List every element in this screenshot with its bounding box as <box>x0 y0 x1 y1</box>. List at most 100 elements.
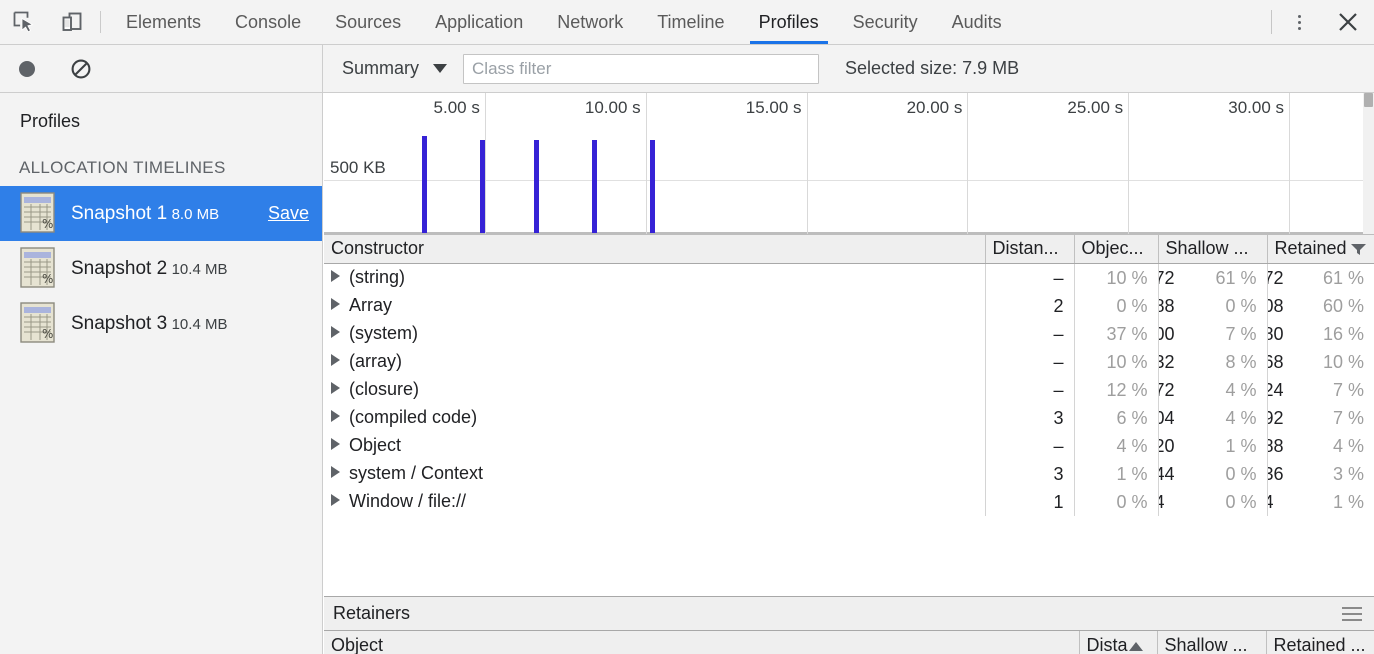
table-row[interactable]: (system) – 37 % 00 7 % 80 16 % <box>324 319 1374 348</box>
class-filter-input[interactable] <box>463 53 820 84</box>
table-row[interactable]: (closure) – 12 % 72 4 % 24 7 % <box>324 375 1374 404</box>
header-label: Shallow ... <box>1164 635 1248 654</box>
tab-timeline[interactable]: Timeline <box>640 0 741 44</box>
sidebar-item-snapshot-3[interactable]: % Snapshot 3 10.4 MB <box>0 296 322 351</box>
tab-elements[interactable]: Elements <box>109 0 218 44</box>
inspect-element-icon[interactable] <box>0 0 48 44</box>
cell-constructor[interactable]: (system) <box>324 319 986 348</box>
percent-value: 4 % <box>1332 435 1364 456</box>
view-mode-label: Summary <box>342 58 420 78</box>
column-header-distance[interactable]: Distan... <box>985 235 1075 264</box>
percent-value: 1 % <box>1116 463 1148 484</box>
column-header-retainer-shallow[interactable]: Shallow ... <box>1157 631 1267 654</box>
expand-triangle-icon[interactable] <box>331 326 340 338</box>
expand-triangle-icon[interactable] <box>331 270 340 282</box>
distance-value: – <box>1053 351 1064 372</box>
overview-x-tick-label: 5.00 s <box>433 98 480 117</box>
count-value: 00 <box>1158 323 1175 344</box>
cell-constructor[interactable]: system / Context <box>324 459 986 488</box>
tab-audits[interactable]: Audits <box>935 0 1019 44</box>
tab-console[interactable]: Console <box>218 0 318 44</box>
tab-security[interactable]: Security <box>836 0 935 44</box>
expand-triangle-icon[interactable] <box>331 438 340 450</box>
constructor-name: (compiled code) <box>349 407 478 427</box>
save-link[interactable]: Save <box>268 203 309 224</box>
view-mode-select[interactable]: Summary <box>324 45 463 92</box>
hamburger-menu-icon[interactable] <box>1342 606 1362 621</box>
overview-gridline-vertical <box>1128 93 1130 234</box>
table-row[interactable]: (string) – 10 % 72 61 % 72 61 % <box>324 263 1374 292</box>
tab-label: Console <box>235 11 302 32</box>
cell-constructor[interactable]: Window / file:// <box>324 487 986 516</box>
more-options-icon[interactable] <box>1276 0 1322 45</box>
count-value: 92 <box>1267 407 1284 428</box>
snapshot-text: Snapshot 2 10.4 MB <box>71 258 309 279</box>
constructor-name: (array) <box>349 351 402 371</box>
column-header-objects[interactable]: Objec... <box>1074 235 1159 264</box>
constructor-datagrid[interactable]: Constructor Distan... Objec... Shallow .… <box>324 235 1374 596</box>
table-row[interactable]: Object – 4 % 20 1 % 88 4 % <box>324 431 1374 460</box>
profiles-toolbar: Summary Selected size: 7.9 MB <box>0 45 1374 93</box>
expand-triangle-icon[interactable] <box>331 382 340 394</box>
tab-profiles[interactable]: Profiles <box>742 0 836 44</box>
table-row[interactable]: Array 2 0 % 88 0 % 08 60 % <box>324 291 1374 320</box>
snapshot-name: Snapshot 2 <box>71 257 168 279</box>
clear-button[interactable] <box>64 52 98 86</box>
overview-scrollbar-thumb[interactable] <box>1364 93 1373 107</box>
cell-retained-size: 08 60 % <box>1267 292 1374 320</box>
tab-application[interactable]: Application <box>418 0 540 44</box>
tab-label: Network <box>557 11 624 32</box>
column-header-object[interactable]: Object <box>324 631 1080 654</box>
column-header-retainer-retained[interactable]: Retained ... <box>1266 631 1374 654</box>
percent-value: 7 % <box>1225 323 1257 344</box>
constructor-name: (string) <box>349 267 406 287</box>
overview-scrollbar[interactable] <box>1363 93 1374 234</box>
header-label: Shallow ... <box>1165 238 1249 259</box>
distance-value: – <box>1053 323 1064 344</box>
column-header-retainer-distance[interactable]: Dista <box>1079 631 1158 654</box>
cell-constructor[interactable]: (closure) <box>324 375 986 404</box>
percent-value: 0 % <box>1225 491 1257 512</box>
cell-constructor[interactable]: (array) <box>324 347 986 376</box>
tab-label: Audits <box>951 11 1002 32</box>
count-value: 36 <box>1267 463 1284 484</box>
table-row[interactable]: Window / file:// 1 0 % 4 0 % 4 1 % <box>324 487 1374 516</box>
cell-objects: 10 % <box>1074 347 1159 376</box>
svg-text:%: % <box>42 272 53 286</box>
cell-constructor[interactable]: (compiled code) <box>324 403 986 432</box>
sidebar-item-snapshot-2[interactable]: % Snapshot 2 10.4 MB <box>0 241 322 296</box>
table-row[interactable]: (array) – 10 % 32 8 % 68 10 % <box>324 347 1374 376</box>
column-header-retained-size[interactable]: Retained <box>1267 235 1374 264</box>
column-header-shallow-size[interactable]: Shallow ... <box>1158 235 1268 264</box>
header-label: Distan... <box>992 238 1059 259</box>
record-button[interactable] <box>10 52 44 86</box>
expand-triangle-icon[interactable] <box>331 298 340 310</box>
distance-value: – <box>1053 267 1064 288</box>
expand-triangle-icon[interactable] <box>331 410 340 422</box>
cell-constructor[interactable]: Object <box>324 431 986 460</box>
sidebar-item-snapshot-1[interactable]: % Snapshot 1 8.0 MB Save <box>0 186 322 241</box>
overview-allocation-bar <box>534 139 540 233</box>
header-label: Retained <box>1274 238 1347 259</box>
device-toolbar-icon[interactable] <box>48 0 96 44</box>
close-icon[interactable] <box>1322 0 1374 45</box>
expand-triangle-icon[interactable] <box>331 354 340 366</box>
column-header-constructor[interactable]: Constructor <box>324 235 986 264</box>
expand-triangle-icon[interactable] <box>331 466 340 478</box>
cell-retained-size: 4 1 % <box>1267 488 1374 516</box>
cell-constructor[interactable]: Array <box>324 291 986 320</box>
cell-distance: – <box>985 375 1075 404</box>
cell-shallow-size: 72 61 % <box>1158 263 1268 292</box>
cell-distance: 3 <box>985 459 1075 488</box>
table-row[interactable]: (compiled code) 3 6 % 04 4 % 92 7 % <box>324 403 1374 432</box>
tab-network[interactable]: Network <box>540 0 640 44</box>
cell-retained-size: 72 61 % <box>1267 263 1374 292</box>
allocation-timeline-overview[interactable]: 500 KB 5.00 s 10.00 s 15.00 s 20.00 s 25.00 … <box>324 93 1374 235</box>
table-row[interactable]: system / Context 3 1 % 44 0 % 36 3 % <box>324 459 1374 488</box>
cell-constructor[interactable]: (string) <box>324 263 986 292</box>
tab-sources[interactable]: Sources <box>318 0 418 44</box>
sort-descending-icon <box>1350 240 1367 261</box>
expand-triangle-icon[interactable] <box>331 494 340 506</box>
percent-value: 8 % <box>1225 351 1257 372</box>
count-value: 4 <box>1158 488 1165 516</box>
